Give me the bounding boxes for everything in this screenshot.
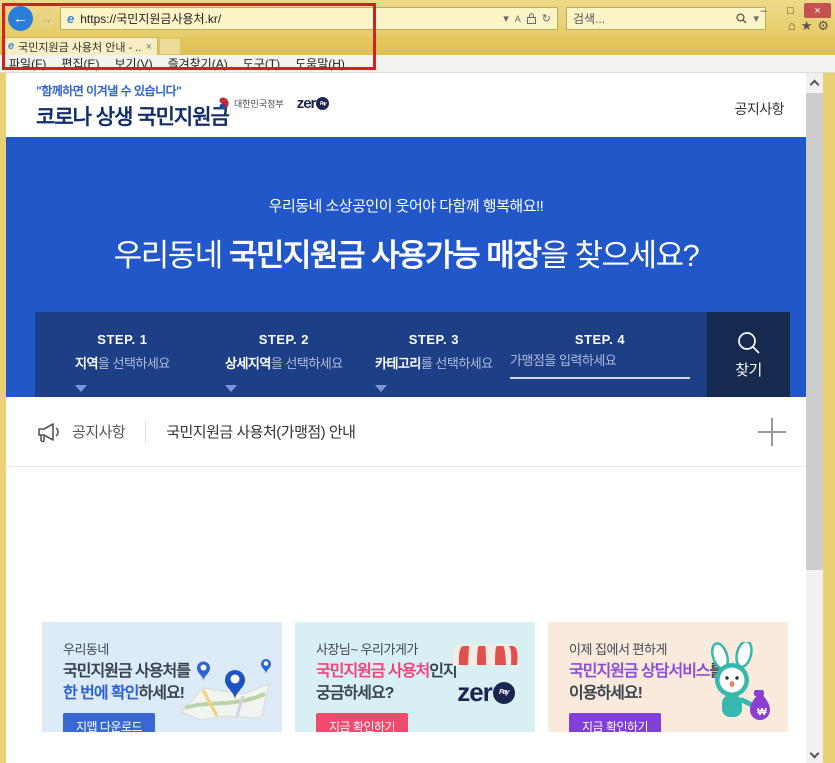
- site-title: 코로나 상생 국민지원금: [36, 101, 229, 131]
- settings-gear-icon[interactable]: ⚙: [817, 18, 829, 34]
- gov-label: 대한민국정부: [234, 97, 284, 110]
- search-magnifier-icon[interactable]: [736, 13, 747, 24]
- vertical-scrollbar[interactable]: [806, 73, 823, 763]
- site-header: "함께하면 이겨낼 수 있습니다" 코로나 상생 국민지원금 대한민국정부 ze…: [6, 73, 806, 137]
- svg-text:₩: ₩: [757, 707, 767, 718]
- menu-tools[interactable]: 도구(T): [243, 55, 280, 72]
- dropdown-triangle-icon[interactable]: [75, 385, 87, 392]
- menu-view[interactable]: 보기(V): [114, 55, 152, 72]
- check-now-button[interactable]: 지금 확인하기: [569, 713, 661, 732]
- notice-expand-plus-icon[interactable]: [758, 418, 786, 446]
- banner-card-map-download: 우리동네 국민지원금 사용처를 한 번에 확인하세요! 지맵 다운로드: [42, 622, 282, 732]
- site-slogan: "함께하면 이겨낼 수 있습니다": [36, 82, 229, 99]
- hero-section: 우리동네 소상공인이 웃어야 다함께 행복해요!! 우리동네 국민지원금 사용가…: [6, 137, 806, 397]
- banner-cards: 우리동네 국민지원금 사용처를 한 번에 확인하세요! 지맵 다운로드 사장님~…: [42, 622, 806, 732]
- site-logo[interactable]: "함께하면 이겨낼 수 있습니다" 코로나 상생 국민지원금: [36, 82, 229, 131]
- scroll-up-icon[interactable]: [810, 80, 820, 90]
- browser-tab[interactable]: e 국민지원금 사용처 안내 - ... ×: [2, 37, 158, 55]
- tab-strip: e 국민지원금 사용처 안내 - ... ×: [0, 37, 835, 55]
- notice-label: 공지사항: [72, 421, 125, 442]
- scroll-down-icon[interactable]: [810, 749, 820, 759]
- window-frame-left: [0, 73, 6, 763]
- step-1-region[interactable]: STEP. 1 지역을 선택하세요: [75, 332, 170, 392]
- megaphone-icon: [36, 421, 63, 443]
- merchant-input[interactable]: [510, 353, 690, 379]
- banner-card-consult-service: 이제 집에서 편하게 국민지원금 상담서비스를 이용하세요! 지금 확인하기: [548, 622, 788, 732]
- url-text[interactable]: https://국민지원금사용처.kr/: [80, 10, 497, 27]
- forward-button[interactable]: →: [37, 9, 56, 28]
- browser-window: ← → e https://국민지원금사용처.kr/ ▾ A ↻ 검색... ▾…: [0, 0, 835, 763]
- divider: [145, 421, 146, 443]
- check-now-button[interactable]: 지금 확인하기: [316, 713, 408, 732]
- header-notice-link[interactable]: 공지사항: [734, 99, 784, 119]
- step-2-subregion[interactable]: STEP. 2 상세지역을 선택하세요: [225, 332, 343, 392]
- hero-title: 우리동네 국민지원금 사용가능 매장을 찾으세요?: [6, 230, 806, 275]
- page-content: "함께하면 이겨낼 수 있습니다" 코로나 상생 국민지원금 대한민국정부 ze…: [6, 73, 806, 763]
- autocomplete-dropdown-icon[interactable]: ▾: [503, 12, 509, 25]
- new-tab-button[interactable]: [160, 39, 180, 54]
- forward-arrow-icon: →: [41, 12, 53, 26]
- back-button[interactable]: ←: [8, 6, 33, 31]
- search-placeholder: 검색...: [573, 10, 736, 27]
- notice-headline-link[interactable]: 국민지원금 사용처(가맹점) 안내: [166, 421, 355, 442]
- menu-edit[interactable]: 편집(E): [61, 55, 99, 72]
- window-frame-right: [823, 73, 835, 763]
- banner-card-merchant-check: 사장님~ 우리가게가 국민지원금 사용처인지 궁금하세요? 지금 확인하기 ze…: [295, 622, 535, 732]
- close-button[interactable]: ×: [804, 3, 831, 18]
- minimize-button[interactable]: –: [750, 3, 777, 18]
- ie-page-icon: e: [67, 12, 74, 25]
- find-button[interactable]: 찾기: [707, 312, 790, 397]
- search-magnifier-icon: [736, 330, 762, 356]
- dropdown-triangle-icon[interactable]: [375, 385, 387, 392]
- maximize-button[interactable]: □: [777, 3, 804, 18]
- search-box[interactable]: 검색... ▾: [566, 7, 766, 30]
- zeropay-logo: zerPay: [297, 95, 330, 112]
- step-4-merchant: STEP. 4: [510, 332, 690, 379]
- back-arrow-icon: ←: [13, 10, 28, 27]
- home-icon[interactable]: ⌂: [788, 18, 796, 34]
- step-search-panel: STEP. 1 지역을 선택하세요 STEP. 2 상세지역을 선택하세요 ST…: [35, 312, 790, 397]
- notice-bar: 공지사항 국민지원금 사용처(가맹점) 안내: [6, 397, 806, 467]
- tab-close-icon[interactable]: ×: [146, 41, 152, 53]
- step-3-category[interactable]: STEP. 3 카테고리를 선택하세요: [375, 332, 493, 392]
- favorites-star-icon[interactable]: ★: [801, 18, 813, 34]
- scrollbar-thumb[interactable]: [806, 93, 823, 570]
- menu-help[interactable]: 도움말(H): [295, 55, 345, 72]
- compatibility-view-icon[interactable]: A: [515, 14, 521, 24]
- menu-bar: 파일(F) 편집(E) 보기(V) 즐겨찾기(A) 도구(T) 도움말(H): [0, 55, 835, 73]
- hero-subtitle: 우리동네 소상공인이 웃어야 다함께 행복해요!!: [6, 137, 806, 216]
- menu-favorites[interactable]: 즐겨찾기(A): [168, 55, 228, 72]
- tab-title: 국민지원금 사용처 안내 - ...: [18, 39, 141, 55]
- dropdown-triangle-icon[interactable]: [225, 385, 237, 392]
- refresh-icon[interactable]: ↻: [542, 12, 551, 25]
- address-bar[interactable]: e https://국민지원금사용처.kr/ ▾ A ↻: [60, 7, 558, 30]
- menu-file[interactable]: 파일(F): [9, 55, 46, 72]
- korea-gov-emblem-icon: [216, 97, 229, 110]
- ie-tab-icon: e: [8, 41, 14, 52]
- lock-icon: [527, 13, 536, 24]
- zmap-download-button[interactable]: 지맵 다운로드: [63, 713, 155, 732]
- browser-titlebar: ← → e https://국민지원금사용처.kr/ ▾ A ↻ 검색... ▾…: [0, 0, 835, 37]
